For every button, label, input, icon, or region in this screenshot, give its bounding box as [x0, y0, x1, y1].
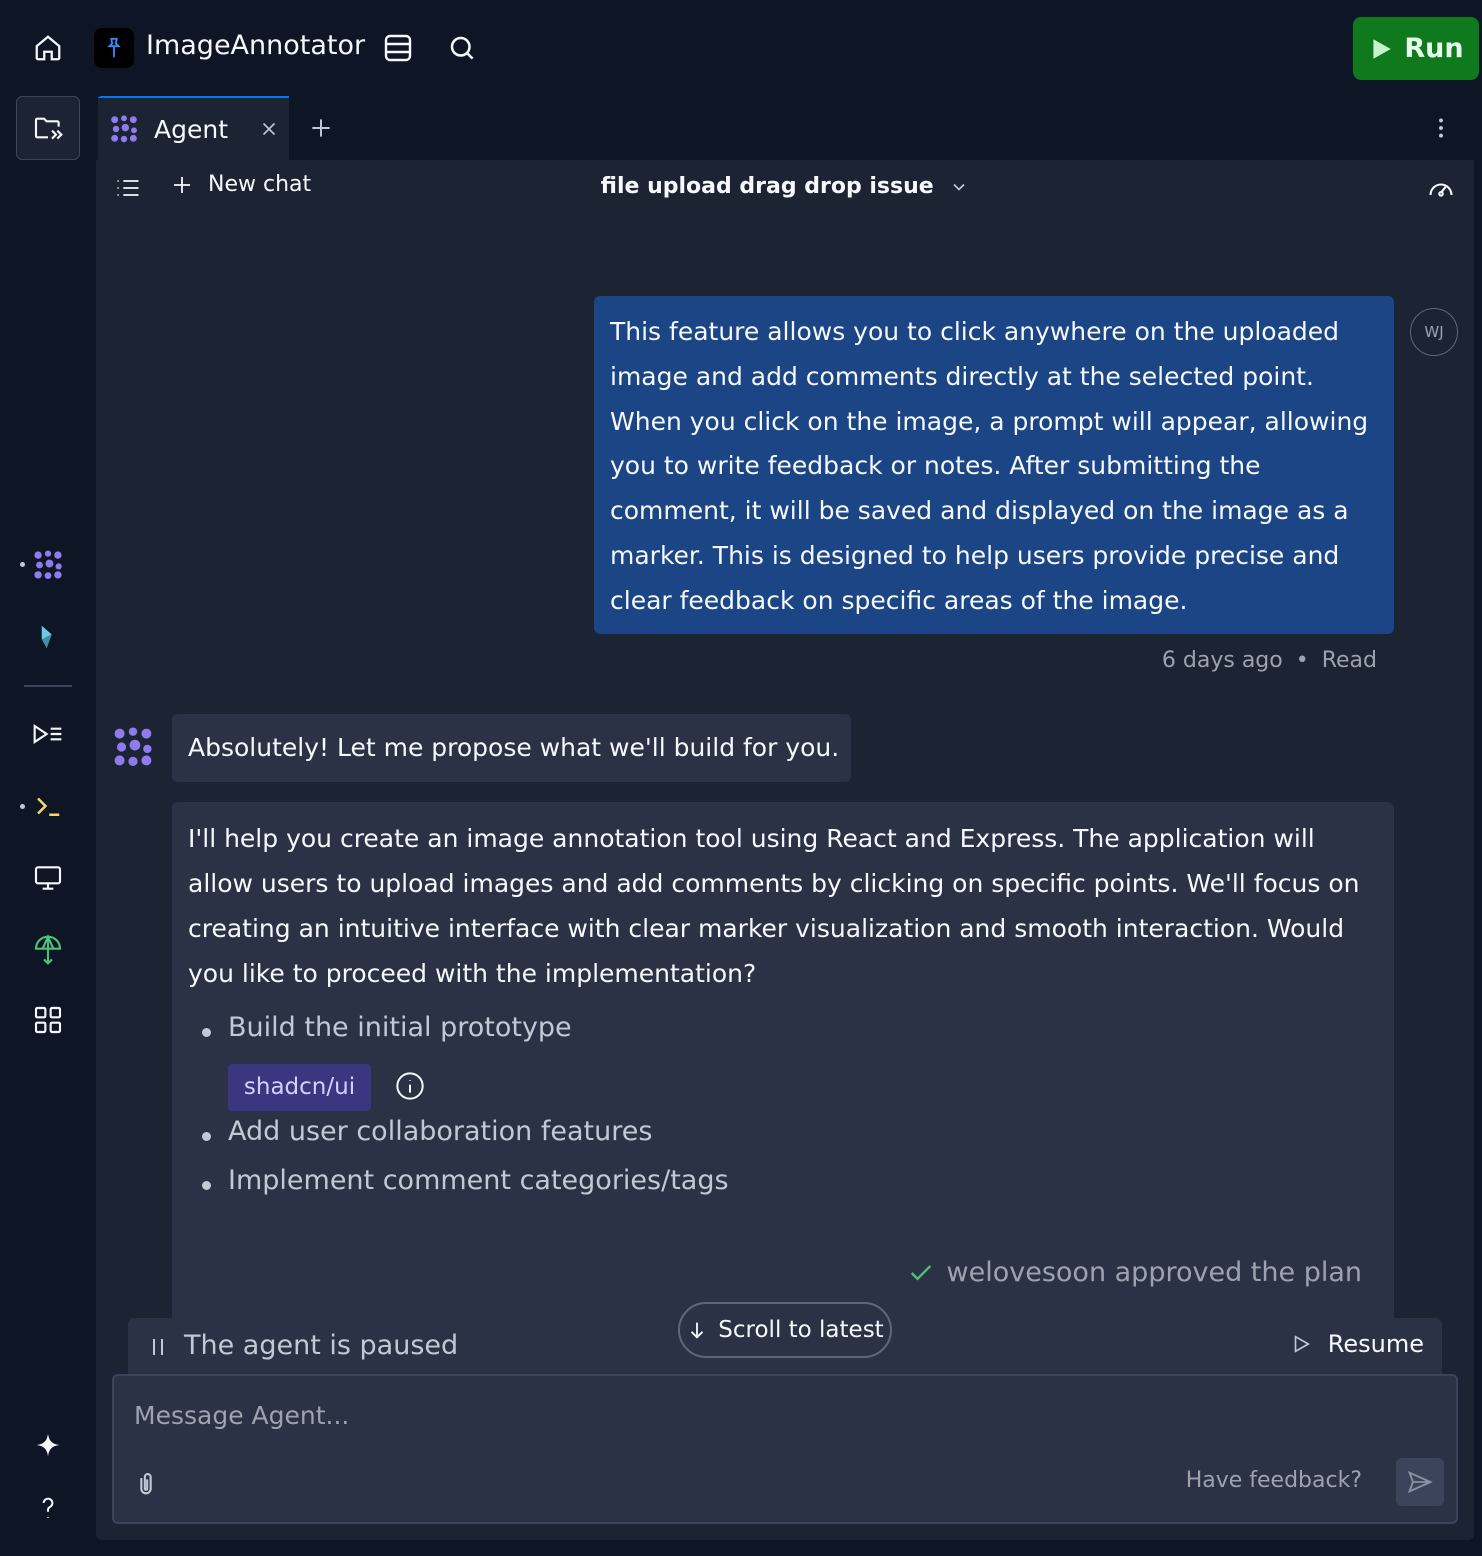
top-bar: ImageAnnotator Run	[0, 0, 1482, 96]
message-composer: Have feedback?	[112, 1374, 1458, 1524]
approval-status: welovesoon approved the plan	[907, 1257, 1362, 1288]
chat-title: file upload drag drop issue	[600, 174, 934, 199]
sidebar-divider	[24, 685, 72, 687]
send-button[interactable]	[1396, 1458, 1444, 1506]
shadcn-tag[interactable]: shadcn/ui	[228, 1064, 371, 1111]
webview-icon[interactable]	[24, 854, 72, 902]
run-button[interactable]: Run	[1353, 17, 1479, 80]
console-icon[interactable]	[24, 710, 72, 758]
run-button-label: Run	[1404, 33, 1464, 64]
bullet	[202, 1028, 211, 1037]
sparkle-icon[interactable]	[24, 1421, 72, 1469]
tab-bar: Agent	[96, 96, 1474, 160]
shell-icon[interactable]	[24, 782, 72, 830]
message-meta: 6 days ago • Read	[1162, 648, 1377, 673]
message-read-status: Read	[1321, 648, 1377, 673]
play-icon	[1373, 38, 1392, 59]
scroll-to-latest-button[interactable]: Scroll to latest	[678, 1302, 892, 1358]
plan-item-label: Implement comment categories/tags	[228, 1165, 729, 1196]
app-name[interactable]: ImageAnnotator	[146, 30, 365, 61]
close-tab-icon[interactable]	[258, 118, 280, 140]
agent-avatar-icon	[110, 724, 156, 770]
agent-tab-icon	[108, 113, 140, 145]
scroll-label: Scroll to latest	[718, 1317, 884, 1343]
resume-button[interactable]: Resume	[1290, 1330, 1424, 1358]
gauge-icon[interactable]	[1424, 174, 1458, 202]
database-icon[interactable]	[378, 28, 418, 68]
agent-plan-card: I'll help you create an image annotation…	[172, 802, 1394, 1362]
agent-icon[interactable]	[24, 541, 72, 589]
user-message: This feature allows you to click anywher…	[594, 296, 1394, 634]
message-input[interactable]	[134, 1390, 1434, 1440]
assistant-icon[interactable]	[24, 613, 72, 661]
tab-agent[interactable]: Agent	[98, 96, 289, 160]
more-options-icon[interactable]	[1428, 112, 1454, 144]
help-icon[interactable]	[24, 1484, 72, 1532]
home-icon[interactable]	[28, 28, 68, 68]
send-icon	[1407, 1470, 1433, 1494]
paperclip-icon[interactable]	[132, 1468, 160, 1500]
new-tab-icon[interactable]	[308, 115, 334, 141]
approval-text: welovesoon approved the plan	[946, 1257, 1362, 1288]
user-avatar[interactable]: WJ	[1410, 308, 1458, 356]
files-toggle-icon[interactable]	[16, 96, 80, 160]
chat-header: New chat file upload drag drop issue	[96, 160, 1474, 216]
check-icon	[910, 1264, 931, 1280]
chat-title-dropdown[interactable]: file upload drag drop issue	[96, 174, 1474, 199]
plan-item: Build the initial prototype	[202, 1012, 572, 1043]
arrow-down-icon	[691, 1322, 704, 1339]
deploy-icon[interactable]	[24, 926, 72, 974]
agent-panel: Agent New chat file upload drag drop iss…	[96, 96, 1474, 1540]
info-icon[interactable]	[394, 1070, 426, 1102]
message-time: 6 days ago	[1161, 648, 1283, 673]
plan-item-label: Add user collaboration features	[228, 1116, 653, 1147]
apps-grid-icon[interactable]	[24, 996, 72, 1044]
resume-label: Resume	[1327, 1330, 1424, 1358]
pause-icon	[146, 1334, 170, 1360]
feedback-link[interactable]: Have feedback?	[1186, 1468, 1362, 1493]
bullet	[202, 1181, 211, 1190]
play-outline-icon	[1294, 1335, 1310, 1353]
meta-separator: •	[1295, 648, 1309, 673]
agent-plan-text: I'll help you create an image annotation…	[188, 824, 1360, 988]
bullet	[202, 1132, 211, 1141]
plan-item-label: Build the initial prototype	[228, 1012, 572, 1043]
plan-item: Implement comment categories/tags	[202, 1165, 729, 1196]
search-icon[interactable]	[442, 28, 482, 68]
tab-agent-label: Agent	[154, 114, 228, 144]
left-sidebar	[0, 96, 96, 1556]
chevron-down-icon	[953, 183, 965, 191]
plan-item: Add user collaboration features	[202, 1116, 653, 1147]
app-logo-icon	[94, 28, 134, 68]
agent-intro-message: Absolutely! Let me propose what we'll bu…	[172, 714, 851, 782]
paused-text: The agent is paused	[184, 1330, 459, 1361]
